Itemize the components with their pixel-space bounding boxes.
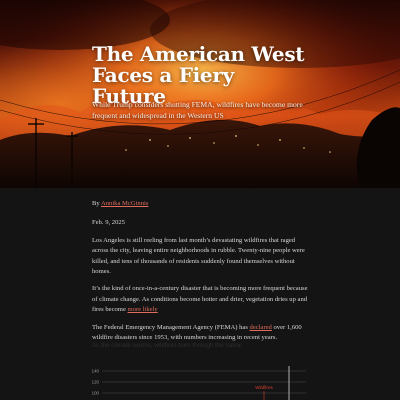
wildfire-chart: 140 120 100 Wildfires [88,362,312,400]
y-tick-label: 120 [92,380,100,385]
page-title: The American West Faces a Fiery Future [92,42,305,108]
paragraph-2: It’s the kind of once-in-a-century disas… [92,284,308,315]
chart-caption: As the climate warms, wildfires burn thr… [92,342,243,349]
y-tick-label: 140 [92,369,100,374]
paragraph-text: The Federal Emergency Management Agency … [92,323,250,331]
article-body: By Annika McGinnis Feb. 9, 2025 Los Ange… [92,199,308,350]
publish-date: Feb. 9, 2025 [92,219,125,227]
paragraph-1: Los Angeles is still reeling from last m… [92,236,308,278]
byline-prefix: By [92,200,101,207]
declared-link[interactable]: declared [250,324,272,331]
paragraph-3: The Federal Emergency Management Agency … [92,323,308,344]
series-label: Wildfires [255,385,273,390]
y-tick-label: 100 [92,391,100,396]
hero-banner: The American West Faces a Fiery Future W… [0,0,400,188]
wildfire-chart-svg: 140 120 100 Wildfires [92,366,306,400]
paragraph-text: It’s the kind of once-in-a-century disas… [92,285,308,314]
byline: By Annika McGinnis [92,199,308,209]
more-likely-link[interactable]: more likely [128,306,158,313]
author-link[interactable]: Annika McGinnis [101,200,148,207]
paragraph-text: Los Angeles is still reeling from last m… [92,236,305,276]
page-subtitle: While Trump considers shutting FEMA, wil… [92,100,303,120]
